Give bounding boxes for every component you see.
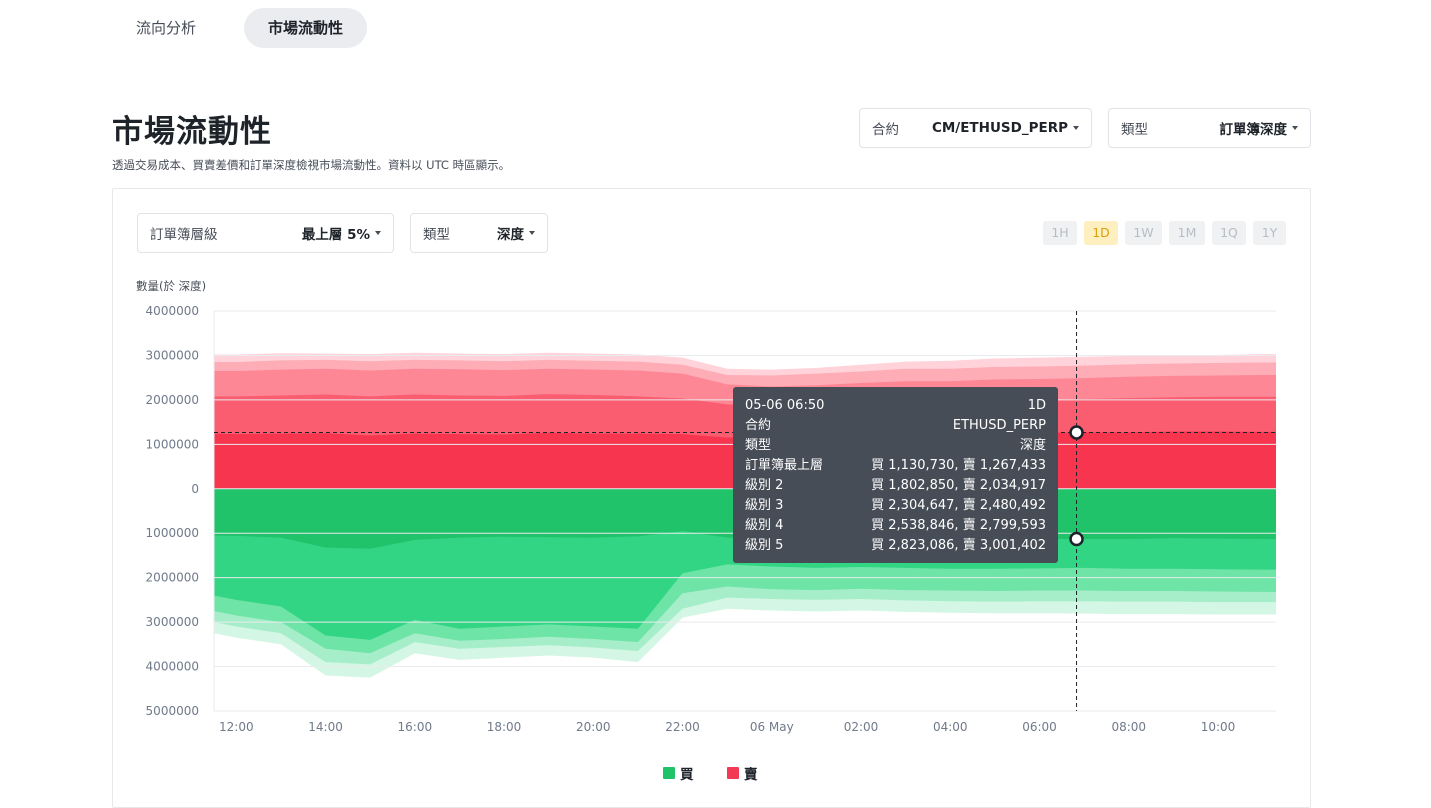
tooltip-range: 1D — [1027, 398, 1046, 413]
legend-item-sell[interactable]: 賣 — [727, 763, 758, 783]
y-tick-label: 4000000 — [146, 304, 199, 318]
tooltip-row-label: 訂單簿最上層 — [745, 458, 824, 473]
x-axis: 12:00 14:00 16:00 18:00 20:00 22:00 06 May 02:0… — [219, 720, 1235, 734]
x-tick-label: 16:00 — [398, 720, 433, 734]
tooltip-row-label: 級別 4 — [745, 518, 784, 533]
tooltip-row: 類型 深度 — [745, 436, 1046, 456]
x-tick-label: 02:00 — [844, 720, 879, 734]
tooltip-row-label: 合約 — [745, 418, 772, 433]
x-tick-label: 20:00 — [576, 720, 611, 734]
sell-hover-marker — [1069, 425, 1084, 440]
y-tick-label: 5000000 — [146, 704, 199, 718]
x-tick-label: 14:00 — [308, 720, 343, 734]
tooltip-row-label: 級別 3 — [745, 498, 784, 513]
x-tick-label: 22:00 — [665, 720, 700, 734]
legend-swatch-sell — [727, 767, 739, 779]
legend-label-sell: 賣 — [744, 767, 758, 783]
x-tick-label: 06:00 — [1022, 720, 1057, 734]
tooltip-row-label: 級別 5 — [745, 538, 784, 553]
tooltip-row-label: 級別 2 — [745, 478, 784, 493]
y-tick-label: 3000000 — [146, 348, 199, 362]
liquidity-depth-chart[interactable]: 4000000 3000000 2000000 1000000 0 1000000 2000… — [0, 0, 1431, 785]
y-tick-label: 4000000 — [146, 660, 199, 674]
y-axis: 4000000 3000000 2000000 1000000 0 1000000 2000… — [146, 304, 199, 718]
y-tick-label: 3000000 — [146, 615, 199, 629]
tooltip-row: 級別 2 買 1,802,850, 賣 2,034,917 — [745, 476, 1046, 496]
x-tick-label: 12:00 — [219, 720, 254, 734]
tooltip-row-value: ETHUSD_PERP — [952, 418, 1046, 433]
tooltip-time: 05-06 06:50 — [745, 398, 825, 413]
y-tick-label: 1000000 — [146, 437, 199, 451]
tooltip-row-value: 買 2,304,647, 賣 2,480,492 — [871, 498, 1046, 513]
tooltip-row: 級別 3 買 2,304,647, 賣 2,480,492 — [745, 496, 1046, 516]
tooltip-row-value: 買 1,802,850, 賣 2,034,917 — [871, 478, 1046, 493]
tooltip-header: 05-06 06:50 1D — [745, 396, 1046, 416]
x-tick-label: 18:00 — [487, 720, 522, 734]
tooltip-row-value: 買 2,538,846, 賣 2,799,593 — [871, 518, 1046, 533]
tooltip-row-value: 深度 — [1019, 438, 1046, 453]
tooltip-row-value: 買 2,823,086, 賣 3,001,402 — [871, 538, 1046, 553]
legend-swatch-buy — [663, 767, 675, 779]
tooltip-row: 級別 4 買 2,538,846, 賣 2,799,593 — [745, 516, 1046, 536]
x-tick-label: 04:00 — [933, 720, 968, 734]
x-tick-label: 06 May — [750, 720, 794, 734]
tooltip-row: 級別 5 買 2,823,086, 賣 3,001,402 — [745, 536, 1046, 556]
y-tick-label: 1000000 — [146, 526, 199, 540]
y-tick-label: 2000000 — [146, 571, 199, 585]
tooltip-row-value: 買 1,130,730, 賣 1,267,433 — [871, 458, 1046, 473]
tooltip-row: 合約 ETHUSD_PERP — [745, 416, 1046, 436]
tooltip-row: 訂單簿最上層 買 1,130,730, 賣 1,267,433 — [745, 456, 1046, 476]
chart-tooltip: 05-06 06:50 1D 合約 ETHUSD_PERP 類型 深度 訂單簿最… — [733, 387, 1058, 563]
buy-hover-marker — [1069, 531, 1084, 547]
x-tick-label: 08:00 — [1111, 720, 1146, 734]
y-tick-label: 0 — [191, 482, 199, 496]
legend-label-buy: 買 — [680, 767, 694, 783]
x-tick-label: 10:00 — [1201, 720, 1236, 734]
tooltip-row-label: 類型 — [745, 438, 772, 453]
legend-item-buy[interactable]: 買 — [663, 763, 694, 783]
y-tick-label: 2000000 — [146, 393, 199, 407]
